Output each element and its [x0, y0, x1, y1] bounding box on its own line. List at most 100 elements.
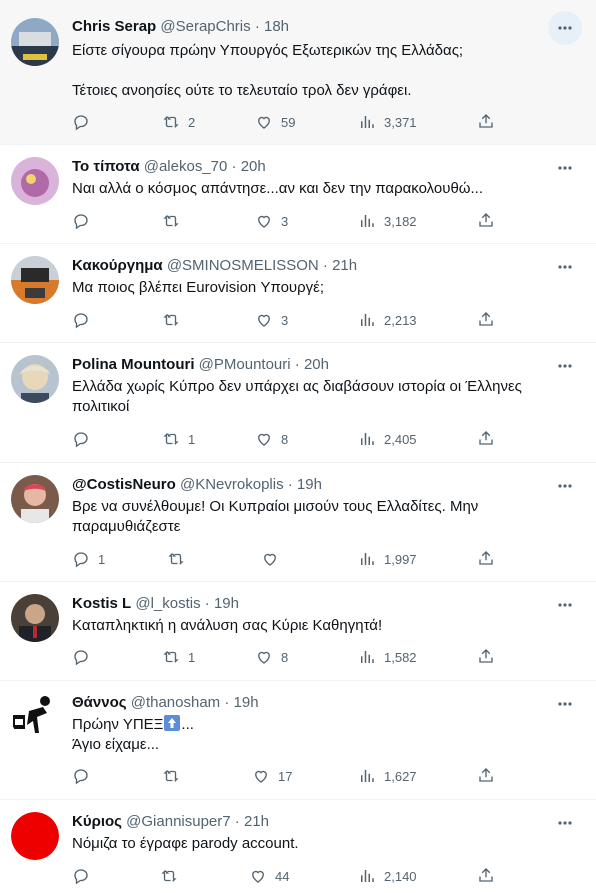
author-name[interactable]: Κακούργημα	[72, 257, 163, 274]
heart-icon	[264, 553, 276, 566]
more-options-button[interactable]	[548, 806, 582, 840]
views-button[interactable]: 1,627	[358, 766, 417, 786]
avatar[interactable]	[11, 475, 59, 523]
more-options-button[interactable]	[548, 469, 582, 503]
author-name[interactable]: Κύριος	[72, 813, 122, 830]
tweet[interactable]: Polina Mountouri @PMountouri · 20h Ελλάδ…	[0, 343, 596, 463]
retweet-button[interactable]	[162, 310, 188, 330]
retweet-button[interactable]	[160, 866, 186, 886]
reply-button[interactable]	[72, 866, 98, 886]
like-button[interactable]: 17	[252, 766, 292, 786]
share-button[interactable]	[477, 211, 495, 234]
like-button[interactable]	[261, 549, 287, 569]
timestamp[interactable]: 21h	[332, 257, 357, 274]
author-handle[interactable]: @SerapChris	[160, 18, 250, 35]
retweet-button[interactable]: 2	[162, 112, 195, 132]
share-button[interactable]	[477, 647, 495, 670]
avatar[interactable]	[11, 693, 59, 741]
author-handle[interactable]: @alekos_70	[144, 158, 228, 175]
reply-button[interactable]	[72, 429, 98, 449]
reply-button[interactable]	[72, 211, 98, 231]
more-options-button[interactable]	[548, 349, 582, 383]
views-button[interactable]: 3,371	[358, 112, 417, 132]
timestamp[interactable]: 20h	[241, 158, 266, 175]
author-handle[interactable]: @SMINOSMELISSON	[167, 257, 319, 274]
tweet[interactable]: Θάννος @thanosham · 19h Πρώην ΥΠΕΞ... Άγ…	[0, 681, 596, 800]
timestamp[interactable]: 19h	[297, 476, 322, 493]
tweet[interactable]: Κύριος @Giannisuper7 · 21h Νόμιζα το έγρ…	[0, 800, 596, 893]
author-name[interactable]: Polina Mountouri	[72, 356, 194, 373]
like-button[interactable]: 59	[255, 112, 295, 132]
share-button[interactable]	[477, 429, 495, 452]
timestamp[interactable]: 18h	[264, 18, 289, 35]
author-handle[interactable]: @thanosham	[131, 694, 220, 711]
retweet-button[interactable]	[162, 766, 188, 786]
avatar[interactable]	[11, 812, 59, 860]
timestamp[interactable]: 19h	[214, 595, 239, 612]
like-button[interactable]: 8	[255, 429, 288, 449]
view-count: 1,627	[384, 768, 417, 784]
more-options-button[interactable]	[548, 588, 582, 622]
share-button[interactable]	[477, 866, 495, 889]
reply-button[interactable]	[72, 310, 98, 330]
author-name[interactable]: @CostisNeuro	[72, 476, 176, 493]
share-button[interactable]	[477, 766, 495, 789]
tweet[interactable]: Chris Serap @SerapChris · 18h Είστε σίγο…	[0, 0, 596, 145]
tweet[interactable]: @CostisNeuro @KNevrokoplis · 19h Βρε να …	[0, 463, 596, 582]
separator: ·	[224, 694, 230, 711]
views-button[interactable]: 2,405	[358, 429, 417, 449]
tweet-text: Είστε σίγουρα πρώην Υπουργός Εξωτερικών …	[72, 41, 532, 101]
more-options-button[interactable]	[548, 11, 582, 45]
more-options-button[interactable]	[548, 151, 582, 185]
tweet[interactable]: Το τίποτα @alekos_70 · 20h Ναι αλλά ο κό…	[0, 145, 596, 244]
more-options-button[interactable]	[548, 687, 582, 721]
view-count: 3,371	[384, 114, 417, 130]
author-name[interactable]: Kostis L	[72, 595, 131, 612]
views-button[interactable]: 1,582	[358, 647, 417, 667]
more-options-button[interactable]	[548, 250, 582, 284]
author-name[interactable]: Θάννος	[72, 694, 127, 711]
like-button[interactable]: 3	[255, 211, 288, 231]
like-button[interactable]: 44	[249, 866, 289, 886]
author-handle[interactable]: @KNevrokoplis	[180, 476, 284, 493]
avatar[interactable]	[11, 594, 59, 642]
retweet-button[interactable]	[162, 211, 188, 231]
retweet-button[interactable]	[167, 549, 193, 569]
views-button[interactable]: 3,182	[358, 211, 417, 231]
timestamp[interactable]: 19h	[234, 694, 259, 711]
author-handle[interactable]: @Giannisuper7	[126, 813, 230, 830]
share-button[interactable]	[477, 549, 495, 572]
like-button[interactable]: 8	[255, 647, 288, 667]
tweet-line-text: Πρώην ΥΠΕΞ	[72, 716, 164, 733]
timestamp[interactable]: 21h	[244, 813, 269, 830]
avatar[interactable]	[11, 157, 59, 205]
avatar[interactable]	[11, 355, 59, 403]
author-name[interactable]: Chris Serap	[72, 18, 156, 35]
views-button[interactable]: 2,140	[358, 866, 417, 886]
author-handle[interactable]: @l_kostis	[135, 595, 200, 612]
views-button[interactable]: 2,213	[358, 310, 417, 330]
separator: ·	[294, 356, 300, 373]
like-count: 3	[281, 312, 289, 328]
reply-button[interactable]	[72, 647, 98, 667]
views-button[interactable]: 1,997	[358, 549, 417, 569]
reply-button[interactable]	[72, 766, 98, 786]
tweet[interactable]: Kostis L @l_kostis · 19h Καταπληκτική η …	[0, 582, 596, 681]
reply-button[interactable]: 1	[72, 549, 105, 569]
author-name[interactable]: Το τίποτα	[72, 158, 140, 175]
timestamp[interactable]: 20h	[304, 356, 329, 373]
retweet-button[interactable]: 1	[162, 647, 195, 667]
share-icon	[479, 213, 493, 227]
share-button[interactable]	[477, 310, 495, 333]
reply-button[interactable]	[72, 112, 98, 132]
tweet[interactable]: Κακούργημα @SMINOSMELISSON · 21h Μα ποιο…	[0, 244, 596, 343]
author-handle[interactable]: @PMountouri	[199, 356, 291, 373]
share-button[interactable]	[477, 112, 495, 135]
avatar[interactable]	[11, 18, 59, 66]
avatar[interactable]	[11, 256, 59, 304]
tweet-actions: 44 2,140	[72, 866, 532, 886]
heart-icon	[258, 215, 270, 228]
like-button[interactable]: 3	[255, 310, 288, 330]
tweet-line: Ελλάδα χωρίς Κύπρο δεν υπάρχει ας διαβάσ…	[72, 378, 522, 395]
retweet-button[interactable]: 1	[162, 429, 195, 449]
